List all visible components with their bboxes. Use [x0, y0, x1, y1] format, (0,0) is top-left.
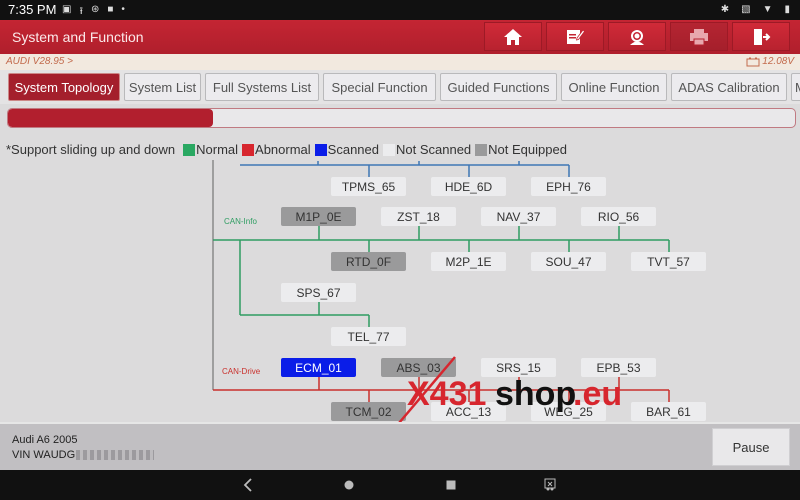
- module-node[interactable]: TEL_77: [331, 327, 406, 346]
- home-circle-icon[interactable]: [343, 478, 355, 492]
- info-bus-lines: [213, 226, 670, 327]
- sliding-hint: *Support sliding up and down: [6, 142, 176, 157]
- vin-number: VIN WAUDG: [12, 449, 155, 461]
- upload-icon: ⭱: [79, 6, 83, 17]
- legend-swatch-normal: [183, 143, 196, 156]
- android-nav-bar: [0, 470, 800, 500]
- software-version[interactable]: AUDI V28.95 >: [6, 56, 73, 67]
- tab-guided-functions[interactable]: Guided Functions: [440, 73, 557, 101]
- legend-label-abnormal: Abnormal: [255, 142, 311, 157]
- exit-button[interactable]: [732, 22, 790, 51]
- module-node[interactable]: RIO_56: [581, 207, 656, 226]
- module-node[interactable]: BAR_61: [631, 402, 706, 421]
- printer-icon: [690, 28, 708, 45]
- pause-button[interactable]: Pause: [712, 428, 790, 466]
- module-node[interactable]: TPMS_65: [331, 177, 406, 196]
- bus-label-can-info: CAN-Info: [224, 217, 257, 226]
- legend-swatch-abnormal: [242, 143, 255, 156]
- notification-icons: ▣ ⭱ ⊛ ■ •: [62, 4, 125, 21]
- edit-report-icon: [567, 28, 585, 44]
- module-node[interactable]: TVT_57: [631, 252, 706, 271]
- print-button[interactable]: [670, 22, 728, 51]
- home-icon: [504, 28, 522, 45]
- legend-label-normal: Normal: [196, 142, 239, 157]
- sync-icon: ⊛: [90, 4, 100, 15]
- screenshot-icon[interactable]: [544, 478, 556, 492]
- tab-system-topology[interactable]: System Topology: [8, 73, 120, 101]
- bus-label-can-drive: CAN-Drive: [222, 367, 261, 376]
- module-node[interactable]: SPS_67: [281, 283, 356, 302]
- back-icon[interactable]: [243, 478, 253, 492]
- module-node[interactable]: SRS_15: [481, 358, 556, 377]
- tab-system-list[interactable]: System List: [124, 73, 201, 101]
- module-node[interactable]: EPH_76: [531, 177, 606, 196]
- page-title: System and Function: [12, 29, 144, 45]
- tab-adas-calibration[interactable]: ADAS Calibration: [671, 73, 787, 101]
- title-bar: System and Function: [0, 20, 800, 54]
- tab-special-function[interactable]: Special Function: [323, 73, 436, 101]
- scan-progress-fill: [8, 109, 213, 127]
- cast-icon: ▧: [741, 4, 751, 15]
- legend-swatch-not-scanned: [383, 143, 395, 156]
- battery-voltage: 12.08V: [746, 56, 794, 67]
- status-bar: 7:35 PM ▣ ⭱ ⊛ ■ • ✱ ▧ ▼ ▮: [0, 0, 800, 20]
- module-node[interactable]: ZST_18: [381, 207, 456, 226]
- vin-redacted: [76, 450, 155, 460]
- module-node[interactable]: HDE_6D: [431, 177, 506, 196]
- module-node[interactable]: ABS_03: [381, 358, 456, 377]
- legend-label-not-scanned: Not Scanned: [396, 142, 472, 157]
- module-node[interactable]: M2P_1E: [431, 252, 506, 271]
- module-node[interactable]: SOU_47: [531, 252, 606, 271]
- comfort-bus-lines: [240, 161, 570, 177]
- module-node[interactable]: EPB_53: [581, 358, 656, 377]
- drive-bus-lines: [213, 376, 670, 402]
- home-button[interactable]: [484, 22, 542, 51]
- wifi-icon: ▼: [762, 4, 773, 15]
- vehicle-info-footer: Audi A6 2005 VIN WAUDG Pause: [0, 422, 800, 470]
- clock: 7:35 PM: [8, 2, 57, 17]
- vin-prefix: VIN WAUDG: [12, 449, 76, 461]
- legend-swatch-scanned: [314, 143, 327, 156]
- video-icon: ■: [107, 4, 114, 15]
- system-icons: ✱ ▧ ▼ ▮: [721, 4, 790, 15]
- module-node[interactable]: ACC_13: [431, 402, 506, 421]
- tab-full-systems-list[interactable]: Full Systems List: [205, 73, 319, 101]
- module-node[interactable]: ECM_01: [281, 358, 356, 377]
- info-bar: AUDI V28.95 > 12.08V: [0, 54, 800, 70]
- module-node[interactable]: WEG_25: [531, 402, 606, 421]
- report-button[interactable]: [546, 22, 604, 51]
- module-node[interactable]: NAV_37: [481, 207, 556, 226]
- scan-progress-bar: [7, 108, 796, 128]
- legend-label-scanned: Scanned: [327, 142, 379, 157]
- module-node[interactable]: RTD_0F: [331, 252, 406, 271]
- vehicle-model: Audi A6 2005: [12, 434, 78, 446]
- module-node[interactable]: M1P_0E: [281, 207, 356, 226]
- voltage-value: 12.08V: [762, 56, 794, 67]
- legend-swatch-not-equipped: [475, 143, 488, 156]
- topology-wires: [212, 160, 670, 402]
- car-battery-icon: [746, 57, 760, 66]
- system-topology-diagram[interactable]: CAN-Info CAN-Drive TPMS_65 HDE_6D EPH_76…: [0, 160, 800, 422]
- exit-icon: [754, 28, 771, 45]
- bluetooth-icon: ✱: [720, 4, 730, 15]
- dot-icon: •: [121, 4, 125, 15]
- status-legend: *Support sliding up and down Normal Abno…: [6, 142, 567, 157]
- tab-more[interactable]: M: [791, 73, 800, 101]
- recents-icon[interactable]: [445, 478, 457, 492]
- headset-icon: [630, 29, 644, 45]
- battery-icon: ▮: [784, 4, 790, 15]
- legend-label-not-equipped: Not Equipped: [488, 142, 567, 157]
- image-icon: ▣: [62, 4, 72, 15]
- module-node[interactable]: TCM_02: [331, 402, 406, 421]
- support-button[interactable]: [608, 22, 666, 51]
- tab-online-function[interactable]: Online Function: [561, 73, 667, 101]
- function-tabs: System Topology System List Full Systems…: [0, 70, 800, 104]
